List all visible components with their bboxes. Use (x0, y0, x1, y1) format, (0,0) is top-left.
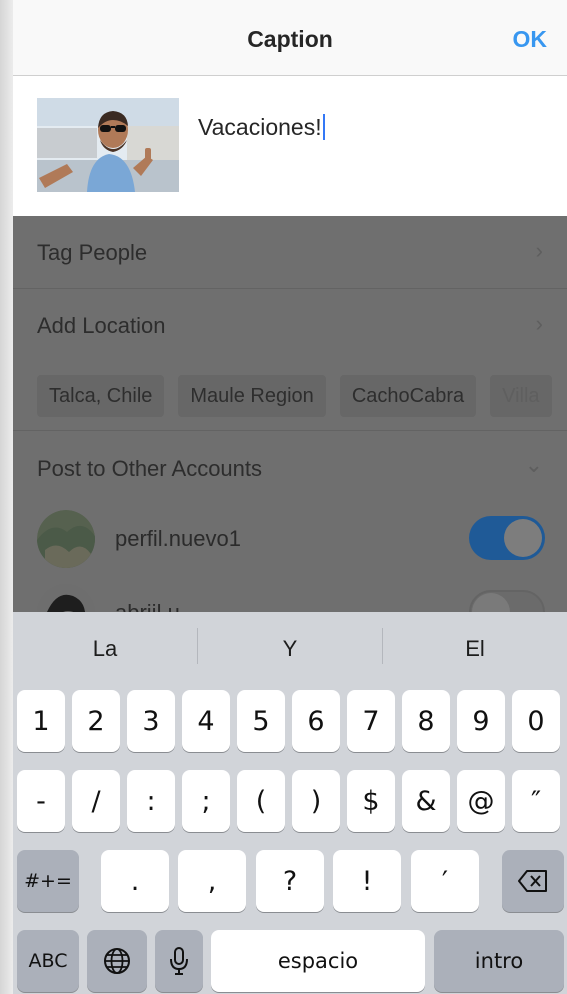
suggestion-item[interactable]: El (383, 636, 567, 662)
post-other-accounts-row[interactable]: Post to Other Accounts ⌄ (13, 432, 567, 504)
location-chip[interactable]: Villa (490, 375, 552, 417)
toggle-knob (504, 519, 542, 557)
device-frame: Caption OK Vacaciones! Tag People › Add … (0, 0, 567, 994)
key-exclamation[interactable]: ! (333, 850, 401, 912)
key-dollar[interactable]: $ (347, 770, 395, 832)
keyboard: La Y El 1 2 3 4 5 6 7 8 9 0 - / : ; ( ) … (13, 612, 567, 994)
key-more-symbols[interactable]: #+= (17, 850, 79, 912)
caption-value: Vacaciones! (198, 114, 322, 140)
key-apostrophe[interactable]: ′ (411, 850, 479, 912)
add-location-label: Add Location (37, 313, 166, 338)
key-2[interactable]: 2 (72, 690, 120, 752)
ok-button[interactable]: OK (513, 26, 548, 53)
key-question[interactable]: ? (256, 850, 324, 912)
key-9[interactable]: 9 (457, 690, 505, 752)
divider (13, 430, 567, 431)
suggestion-item[interactable]: La (13, 636, 197, 662)
key-colon[interactable]: : (127, 770, 175, 832)
screen: Caption OK Vacaciones! Tag People › Add … (13, 0, 567, 994)
abc-key[interactable]: ABC (17, 930, 79, 992)
key-5[interactable]: 5 (237, 690, 285, 752)
location-chip[interactable]: Maule Region (178, 375, 326, 417)
chevron-right-icon: › (535, 311, 543, 336)
key-0[interactable]: 0 (512, 690, 560, 752)
key-comma[interactable]: , (178, 850, 246, 912)
key-8[interactable]: 8 (402, 690, 450, 752)
key-6[interactable]: 6 (292, 690, 340, 752)
suggestion-item[interactable]: Y (198, 636, 382, 662)
backspace-key[interactable] (502, 850, 564, 912)
location-suggestions: Talca, Chile Maule Region CachoCabra Vil… (37, 375, 552, 419)
chevron-down-icon: ⌄ (524, 452, 543, 477)
key-1[interactable]: 1 (17, 690, 65, 752)
frame-edge (0, 0, 13, 994)
caption-input[interactable]: Vacaciones! (198, 114, 325, 141)
add-location-row[interactable]: Add Location › (13, 289, 567, 361)
chevron-right-icon: › (535, 238, 543, 263)
globe-icon (104, 948, 130, 974)
tag-people-row[interactable]: Tag People › (13, 216, 567, 289)
microphone-key[interactable] (155, 930, 203, 992)
key-close-paren[interactable]: ) (292, 770, 340, 832)
key-quote[interactable]: ″ (512, 770, 560, 832)
photo-thumbnail (37, 98, 179, 192)
location-chip[interactable]: CachoCabra (339, 375, 477, 417)
microphone-icon (170, 947, 188, 975)
avatar (37, 510, 95, 568)
account-row: perfil.nuevo1 (13, 504, 567, 574)
key-4[interactable]: 4 (182, 690, 230, 752)
account-toggle-on[interactable] (469, 516, 545, 560)
suggestion-bar: La Y El (13, 612, 567, 688)
globe-key[interactable] (87, 930, 147, 992)
key-3[interactable]: 3 (127, 690, 175, 752)
space-key[interactable]: espacio (211, 930, 425, 992)
options-overlay: Tag People › Add Location › Talca, Chile… (13, 216, 567, 642)
page-title: Caption (247, 26, 333, 52)
account-name: perfil.nuevo1 (115, 526, 241, 551)
key-hyphen[interactable]: - (17, 770, 65, 832)
return-key[interactable]: intro (434, 930, 564, 992)
backspace-icon (518, 870, 547, 892)
location-chip[interactable]: Talca, Chile (37, 375, 165, 417)
nav-header: Caption OK (13, 0, 567, 76)
key-period[interactable]: . (101, 850, 169, 912)
key-7[interactable]: 7 (347, 690, 395, 752)
post-other-accounts-label: Post to Other Accounts (37, 456, 263, 481)
tag-people-label: Tag People (37, 240, 148, 265)
caption-section: Vacaciones! (13, 76, 567, 216)
key-open-paren[interactable]: ( (237, 770, 285, 832)
key-semicolon[interactable]: ; (182, 770, 230, 832)
key-ampersand[interactable]: & (402, 770, 450, 832)
text-cursor (322, 114, 325, 140)
key-at[interactable]: @ (457, 770, 505, 832)
key-slash[interactable]: / (72, 770, 120, 832)
